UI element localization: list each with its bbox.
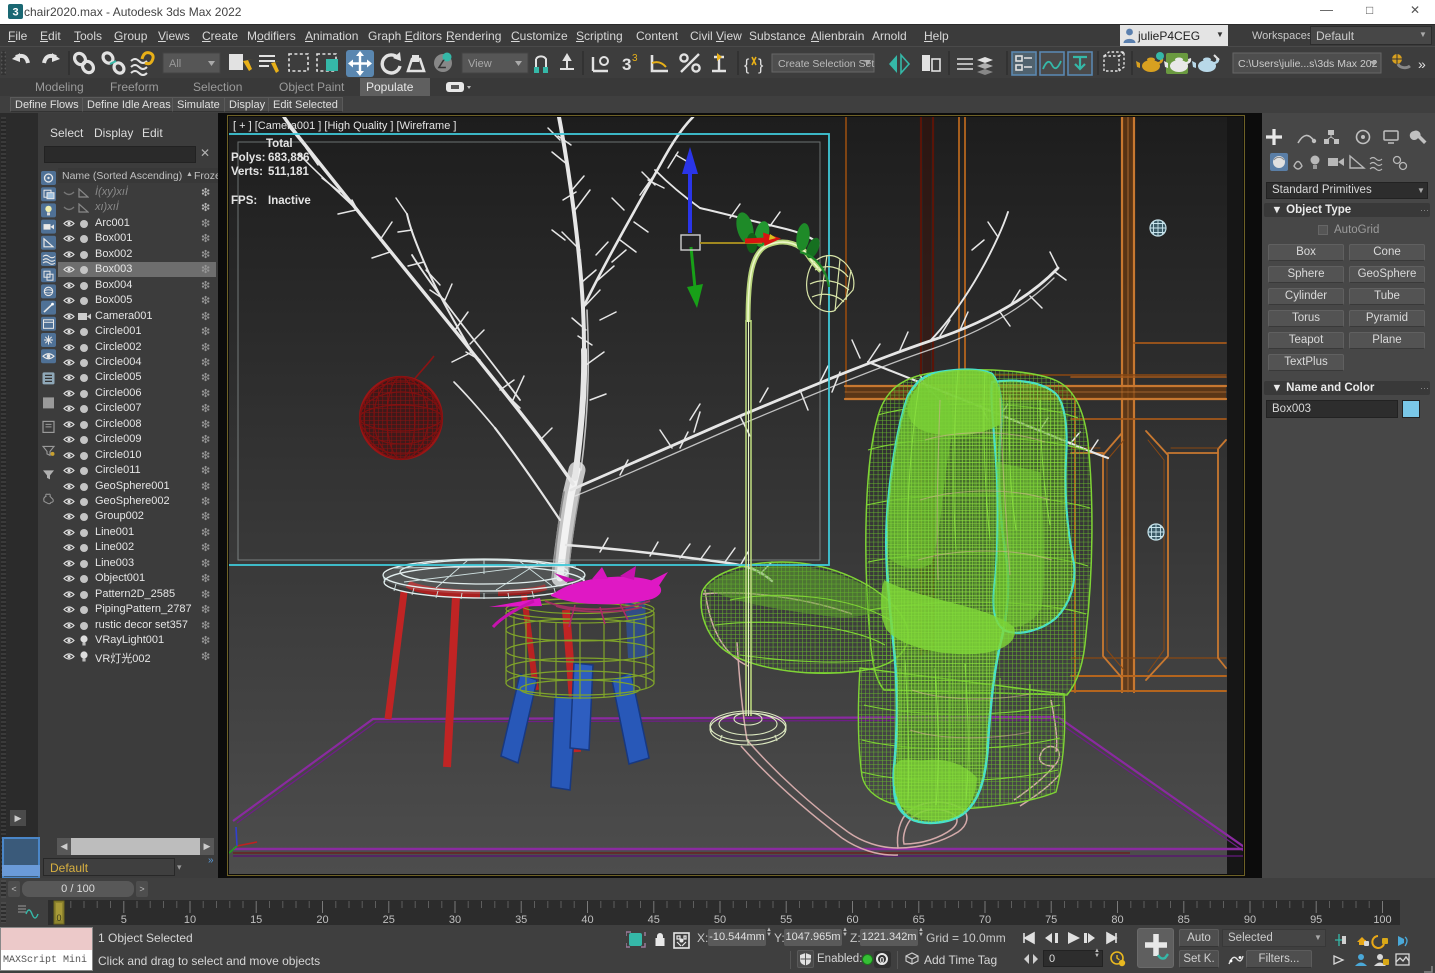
- svg-text:75: 75: [1045, 914, 1057, 925]
- svg-text:15: 15: [250, 914, 262, 925]
- svg-text:50: 50: [714, 914, 726, 925]
- svg-text:3: 3: [12, 7, 18, 19]
- svg-text:40: 40: [581, 914, 593, 925]
- svg-text:25: 25: [383, 914, 395, 925]
- svg-text:0: 0: [56, 913, 61, 923]
- svg-text:45: 45: [648, 914, 660, 925]
- svg-text:∠: ∠: [437, 59, 447, 71]
- svg-text:20: 20: [316, 914, 328, 925]
- svg-text:30: 30: [449, 914, 461, 925]
- svg-text:10: 10: [184, 914, 196, 925]
- svg-text:{: {: [744, 57, 750, 74]
- svg-text:3: 3: [622, 55, 631, 74]
- svg-text:100: 100: [1373, 914, 1391, 925]
- svg-text:35: 35: [515, 914, 527, 925]
- svg-text:}: }: [758, 57, 764, 74]
- svg-text:All: All: [169, 58, 181, 70]
- svg-text:60: 60: [846, 914, 858, 925]
- svg-text:70: 70: [979, 914, 991, 925]
- svg-text:95: 95: [1310, 914, 1322, 925]
- svg-text:Create Selection Set: Create Selection Set: [778, 58, 874, 70]
- svg-text:C:\Users\julie...s\3ds Max 202: C:\Users\julie...s\3ds Max 202: [1238, 58, 1380, 70]
- svg-text:»: »: [1418, 56, 1426, 72]
- svg-text:5: 5: [121, 914, 127, 925]
- svg-text:80: 80: [1111, 914, 1123, 925]
- svg-text:3: 3: [632, 53, 638, 64]
- svg-text:85: 85: [1178, 914, 1190, 925]
- svg-text:90: 90: [1244, 914, 1256, 925]
- svg-text:55: 55: [780, 914, 792, 925]
- svg-text:View: View: [468, 58, 492, 70]
- svg-text:65: 65: [913, 914, 925, 925]
